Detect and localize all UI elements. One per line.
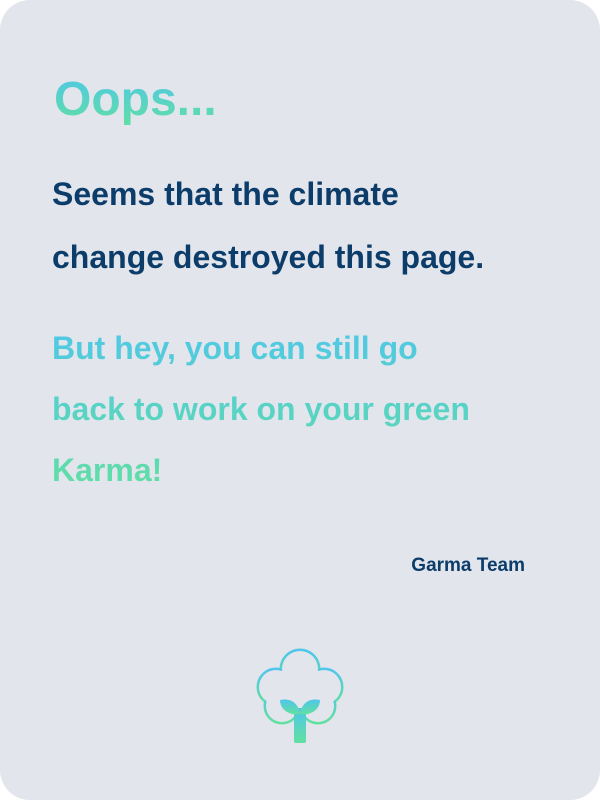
cotton-sprout-icon <box>250 642 350 752</box>
encouragement-text: But hey, you can still go back to work o… <box>52 318 572 501</box>
encouragement-line: back to work on your green <box>52 391 470 427</box>
error-message: Seems that the climate change destroyed … <box>52 163 484 289</box>
encouragement-line: But hey, you can still go <box>52 330 418 366</box>
encouragement-line: Karma! <box>52 452 163 488</box>
error-message-line: change destroyed this page. <box>52 239 485 275</box>
error-card: Oops... Seems that the climate change de… <box>0 0 600 800</box>
page-title: Oops... <box>54 70 217 130</box>
error-message-line: Seems that the climate <box>52 176 399 212</box>
signature: Garma Team <box>411 555 525 576</box>
